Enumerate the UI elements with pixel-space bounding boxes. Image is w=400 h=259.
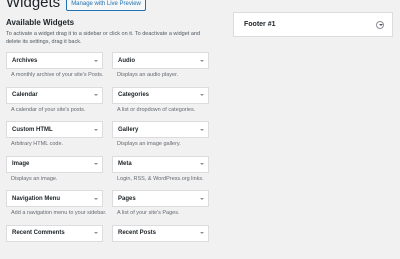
widget-bar[interactable]: Recent Comments: [6, 225, 103, 242]
widget-description: Add a navigation menu to your sidebar.: [6, 210, 103, 216]
widget-name: Recent Posts: [118, 230, 156, 236]
widget-description: A list of your site's Pages.: [112, 210, 209, 216]
widget-bar[interactable]: Custom HTML: [6, 121, 103, 138]
widget-name: Recent Comments: [12, 230, 65, 236]
arrow-down-icon[interactable]: [94, 163, 98, 165]
widget-name: Custom HTML: [12, 127, 53, 133]
arrow-down-icon[interactable]: [200, 94, 204, 96]
toggle-panel-icon[interactable]: [376, 21, 384, 29]
widget-categories: Categories A list or dropdown of categor…: [112, 87, 209, 122]
widget-name: Navigation Menu: [12, 196, 60, 202]
arrow-down-icon[interactable]: [200, 232, 204, 234]
arrow-down-icon[interactable]: [94, 198, 98, 200]
widget-name: Calendar: [12, 92, 38, 98]
available-widgets-section: Available Widgets To activate a widget d…: [6, 18, 216, 46]
arrow-down-icon[interactable]: [200, 163, 204, 165]
arrow-down-icon[interactable]: [94, 232, 98, 234]
arrow-down-icon[interactable]: [200, 60, 204, 62]
arrow-down-icon[interactable]: [94, 129, 98, 131]
widget-calendar: Calendar A calendar of your site's posts…: [6, 87, 103, 122]
widget-bar[interactable]: Gallery: [112, 121, 209, 138]
widget-name: Audio: [118, 58, 135, 64]
widget-bar[interactable]: Recent Posts: [112, 225, 209, 242]
widget-gallery: Gallery Displays an image gallery.: [112, 121, 209, 156]
manage-live-preview-button[interactable]: Manage with Live Preview: [66, 0, 146, 11]
widget-meta: Meta Login, RSS, & WordPress.org links.: [112, 156, 209, 191]
widget-name: Categories: [118, 92, 149, 98]
widget-bar[interactable]: Meta: [112, 156, 209, 173]
widget-list: Archives A monthly archive of your site'…: [6, 52, 216, 259]
widget-name: Image: [12, 161, 29, 167]
page-header: Widgets Manage with Live Preview: [6, 0, 146, 12]
widget-pages: Pages A list of your site's Pages.: [112, 190, 209, 225]
arrow-down-icon[interactable]: [94, 60, 98, 62]
widget-name: Gallery: [118, 127, 138, 133]
widget-description: A calendar of your site's posts.: [6, 107, 103, 113]
widget-name: Meta: [118, 161, 132, 167]
widget-description: A monthly archive of your site's Posts.: [6, 72, 103, 78]
widget-description: Displays an image.: [6, 176, 103, 182]
widget-description: Displays an image gallery.: [112, 141, 209, 147]
available-widgets-title: Available Widgets: [6, 18, 216, 27]
widget-description: A list or dropdown of categories.: [112, 107, 209, 113]
widget-name: Archives: [12, 58, 37, 64]
widget-description: Login, RSS, & WordPress.org links.: [112, 176, 209, 182]
page-title: Widgets: [6, 0, 60, 12]
widget-custom-html: Custom HTML Arbitrary HTML code.: [6, 121, 103, 156]
widget-description: Displays an audio player.: [112, 72, 209, 78]
widget-bar[interactable]: Archives: [6, 52, 103, 69]
widget-image: Image Displays an image.: [6, 156, 103, 191]
widget-bar[interactable]: Image: [6, 156, 103, 173]
widget-archives: Archives A monthly archive of your site'…: [6, 52, 103, 87]
widget-audio: Audio Displays an audio player.: [112, 52, 209, 87]
widget-bar[interactable]: Pages: [112, 190, 209, 207]
widget-description: Arbitrary HTML code.: [6, 141, 103, 147]
arrow-down-icon[interactable]: [94, 94, 98, 96]
sidebar-title: Footer #1: [244, 21, 276, 28]
sidebar-footer-1[interactable]: Footer #1: [233, 12, 393, 37]
widget-navigation-menu: Navigation Menu Add a navigation menu to…: [6, 190, 103, 225]
available-widgets-instructions: To activate a widget drag it to a sideba…: [6, 30, 216, 46]
widget-bar[interactable]: Navigation Menu: [6, 190, 103, 207]
widget-name: Pages: [118, 196, 136, 202]
widget-bar[interactable]: Audio: [112, 52, 209, 69]
widget-bar[interactable]: Categories: [112, 87, 209, 104]
widget-recent-comments: Recent Comments: [6, 225, 103, 259]
arrow-down-icon[interactable]: [200, 198, 204, 200]
widget-bar[interactable]: Calendar: [6, 87, 103, 104]
arrow-down-icon[interactable]: [200, 129, 204, 131]
widget-recent-posts: Recent Posts: [112, 225, 209, 259]
